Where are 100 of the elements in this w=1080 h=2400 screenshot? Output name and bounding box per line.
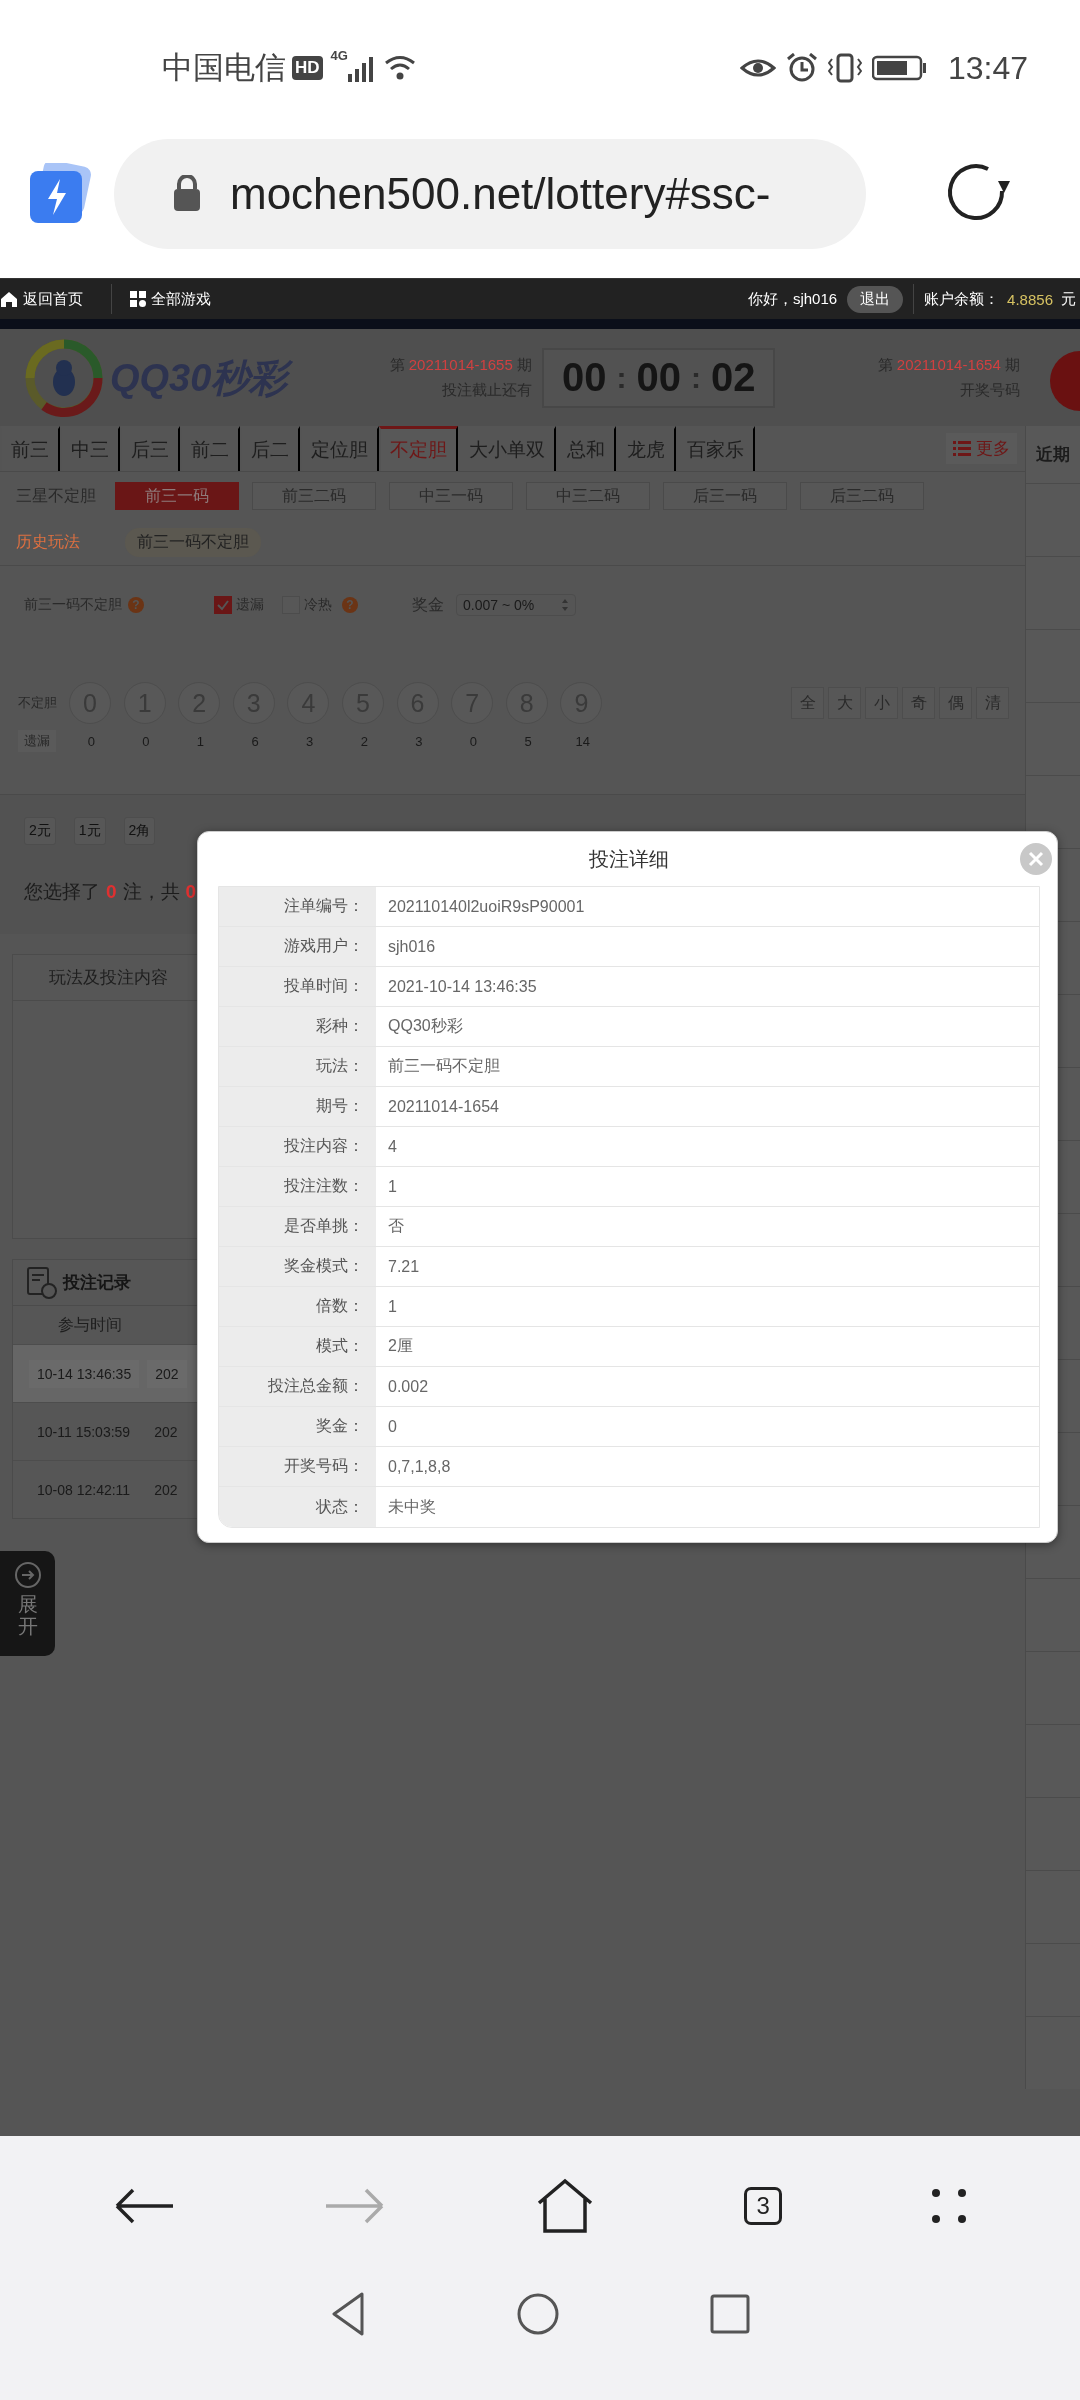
record-icon: [27, 1266, 57, 1299]
home-link[interactable]: 返回首页: [23, 289, 83, 309]
field-label: 倍数：: [316, 1296, 364, 1316]
field-label: 彩种：: [316, 1016, 364, 1036]
menu-icon[interactable]: [931, 2188, 968, 2224]
field-value: 0,7,1,8,8: [388, 1457, 451, 1476]
countdown-digits: 00: [636, 355, 681, 400]
address-bar[interactable]: mochen500.net/lottery#ssc-: [114, 138, 866, 249]
dialog-title: 投注详细: [589, 846, 669, 872]
field-label: 状态：: [316, 1496, 364, 1517]
unit-button[interactable]: 2角: [123, 817, 156, 845]
help-mark: ?: [128, 597, 144, 613]
field-value: 0.002: [388, 1377, 429, 1396]
prize-select[interactable]: 0.007 ~ 0%: [456, 594, 576, 616]
tab-count-button[interactable]: 3: [744, 2187, 783, 2225]
unit-button[interactable]: 2元: [24, 817, 56, 845]
field-label: 奖金模式：: [284, 1256, 364, 1276]
field-value: 1: [388, 1297, 397, 1316]
field-value: 1: [388, 1177, 397, 1196]
table-cell-text: 10-08 12:42:11: [36, 1480, 132, 1500]
records-title: 投注记录: [63, 1272, 131, 1294]
field-value: 202110140l2uoiR9sP90001: [388, 897, 585, 916]
field-value: 否: [388, 1216, 404, 1236]
miss-count: 0: [468, 733, 479, 749]
field-label: 模式：: [316, 1336, 364, 1356]
field-value: 2021-10-14 13:46:35: [388, 977, 537, 996]
play-tab[interactable]: 不定胆: [379, 426, 458, 471]
games-link[interactable]: 全部游戏: [151, 289, 211, 309]
field-value: 20211014-1654: [388, 1097, 499, 1116]
miss-count: 6: [250, 733, 260, 749]
table-cell: 202: [147, 1359, 187, 1388]
recent-square-icon[interactable]: [710, 2293, 750, 2334]
field-value: 前三一码不定胆: [388, 1056, 500, 1076]
lightning-icon[interactable]: [30, 162, 92, 225]
field-label: 游戏用户：: [284, 936, 364, 956]
list-icon: [953, 440, 971, 457]
miss-count: 0: [141, 733, 151, 749]
field-value: sjh016: [388, 937, 436, 956]
period-number: 20211014-1655: [408, 355, 513, 373]
miss-count: 2: [359, 733, 369, 749]
miss-count: 3: [414, 733, 424, 749]
updown-caret-icon: [561, 598, 569, 612]
logout-button[interactable]: 退出: [847, 285, 904, 313]
field-label: 开奖号码：: [284, 1456, 364, 1476]
field-label: 奖金：: [316, 1416, 364, 1436]
expand-tab[interactable]: 展开: [0, 1551, 55, 1656]
network-type: 4G: [330, 48, 348, 63]
history-label: 历史玩法: [16, 532, 80, 552]
countdown-separator: :: [616, 360, 627, 395]
currency-unit: 元: [1061, 289, 1076, 309]
field-label: 投注总金额：: [268, 1376, 364, 1396]
home-icon: [0, 290, 18, 308]
field-value: 2厘: [388, 1336, 413, 1356]
vibrate-icon: [827, 53, 862, 83]
field-label: 玩法：: [316, 1056, 364, 1076]
total-amount: 0: [185, 881, 197, 902]
countdown-digits: 00: [561, 355, 607, 400]
sub-tab[interactable]: 前三一码: [115, 482, 239, 510]
unit-button[interactable]: 1元: [73, 817, 106, 845]
greeting-text: 你好，sjh016: [747, 289, 838, 309]
field-label: 是否单挑：: [284, 1216, 364, 1236]
carrier-name: 中国电信: [162, 49, 286, 87]
help-mark: ?: [342, 597, 358, 613]
side-panel-title: 近期: [1036, 444, 1070, 466]
miss-count: 1: [195, 733, 206, 749]
countdown-digits: 02: [710, 355, 756, 400]
field-value: 7.21: [388, 1257, 420, 1276]
field-value: 未中奖: [388, 1496, 436, 1517]
arrow-circle-icon: [13, 1561, 42, 1589]
play-tab[interactable]: 龙虎: [616, 426, 676, 471]
table-cell-text: 202: [153, 1480, 179, 1500]
bet-count: 0: [106, 881, 117, 902]
balance-amount: 4.8856: [1007, 290, 1053, 308]
hd-badge: HD: [292, 56, 323, 80]
field-label: 期号：: [316, 1096, 364, 1116]
miss-count: 5: [523, 733, 533, 749]
countdown-separator: :: [690, 360, 701, 395]
field-value: 0: [388, 1417, 397, 1436]
back-triangle-icon[interactable]: [330, 2291, 366, 2336]
field-label: 投注内容：: [284, 1136, 364, 1156]
home-circle-icon[interactable]: [516, 2291, 560, 2336]
wifi-icon: [383, 54, 416, 82]
miss-count: 3: [305, 733, 315, 749]
more-button[interactable]: 更多: [946, 433, 1017, 464]
table-cell-text: 202: [153, 1422, 179, 1442]
period-number: 20211014-1654: [896, 355, 1001, 373]
checkbox[interactable]: [214, 596, 232, 614]
grid-icon: [130, 291, 146, 307]
column-header: 参与时间: [58, 1314, 122, 1335]
miss-count: 14: [574, 733, 591, 749]
field-label: 投注注数：: [284, 1176, 364, 1196]
battery-icon: [871, 54, 928, 82]
field-label: 注单编号：: [284, 896, 364, 916]
play-tab[interactable]: 大小单双: [458, 426, 556, 471]
table-cell: 10-14 13:46:35: [29, 1359, 140, 1388]
clock-time: 13:47: [947, 49, 1028, 87]
panel-title: 玩法及投注内容: [49, 967, 168, 989]
expand-label: 展开: [17, 1593, 38, 1637]
table-cell-text: 10-11 15:03:59: [36, 1422, 132, 1442]
signal-icon: [347, 54, 374, 82]
